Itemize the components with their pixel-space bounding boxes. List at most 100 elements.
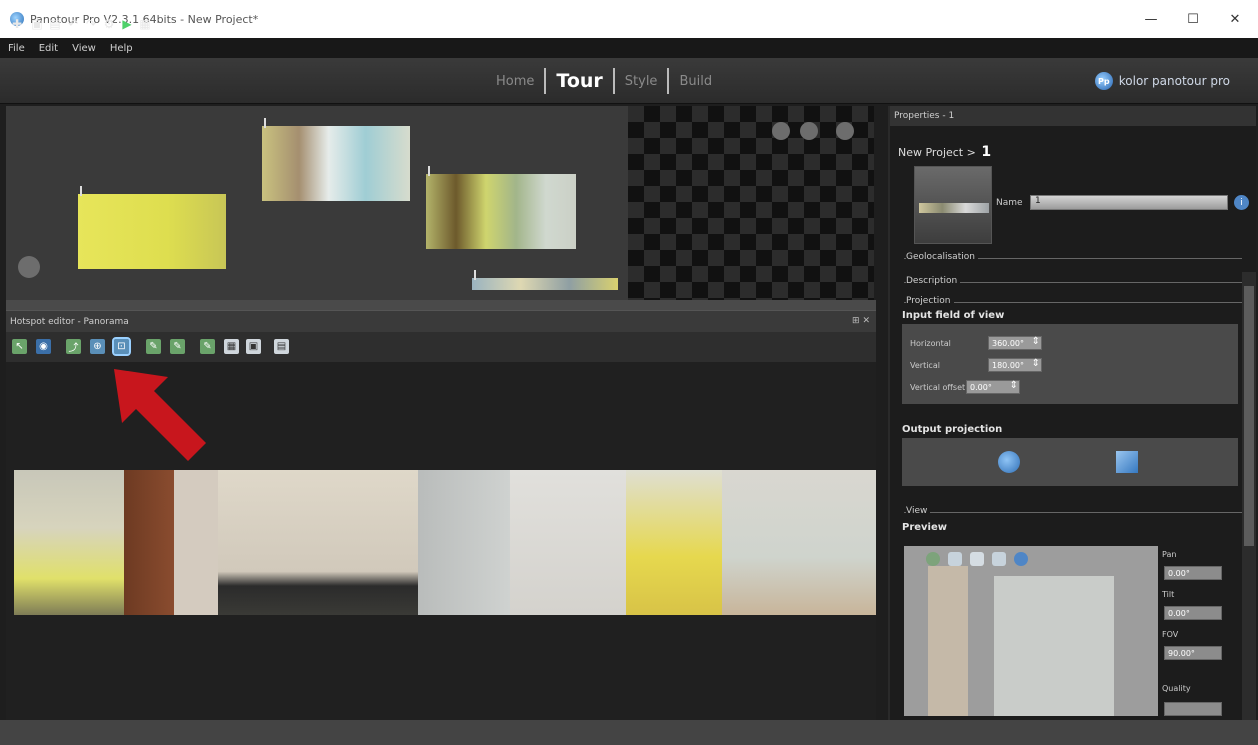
preview-frame (928, 566, 968, 716)
vertical-offset-spinbox[interactable]: 0.00° (966, 380, 1020, 394)
section-geolocalisation[interactable]: Geolocalisation (904, 252, 1242, 262)
view-preview[interactable] (904, 546, 1158, 716)
properties-header: Properties - 1 (890, 106, 1256, 126)
select-tool-icon[interactable]: ↖ (12, 339, 27, 354)
panorama-thumbnail[interactable] (262, 118, 410, 201)
close-button[interactable]: ✕ (1212, 0, 1258, 38)
grid-toggle-icon[interactable]: ▦ (224, 339, 239, 354)
vertical-spinbox[interactable]: 180.00° (988, 358, 1042, 372)
undo-icon[interactable]: ↶ (66, 17, 80, 31)
horizontal-spinbox[interactable]: 360.00° (988, 336, 1042, 350)
preview-title: Preview (902, 522, 948, 533)
panel-dock-icon[interactable]: ⊞ ✕ (852, 316, 870, 326)
tilt-spinbox[interactable]: 0.00° (1164, 606, 1222, 620)
breadcrumb-panorama-index: 1 (981, 144, 992, 160)
section-projection[interactable]: Projection (904, 296, 1242, 306)
pano-segment (14, 470, 124, 615)
properties-scrollbar[interactable] (1242, 272, 1256, 720)
menu-help[interactable]: Help (110, 43, 133, 54)
save-icon[interactable]: ▣ (30, 17, 44, 31)
play-preview-icon[interactable]: ▶ (120, 17, 134, 31)
properties-panel: Properties - 1 New Project > 1 Name 1 i … (888, 106, 1256, 720)
vertical-label: Vertical (910, 360, 940, 370)
preview-door (994, 576, 1114, 716)
name-label: Name (996, 198, 1023, 208)
tour-canvas[interactable] (6, 106, 628, 300)
breadcrumb-project[interactable]: New Project > (898, 146, 976, 159)
spherical-projection-icon[interactable] (998, 451, 1020, 473)
figure-icon[interactable] (992, 552, 1006, 566)
panorama-thumbnail[interactable] (472, 270, 618, 290)
zoom-fit-button[interactable] (18, 256, 40, 278)
panorama-image[interactable] (14, 470, 876, 615)
window-titlebar: Panotour Pro V2.3.1 64bits - New Project… (0, 0, 1258, 38)
menu-edit[interactable]: Edit (39, 43, 58, 54)
brand-logo: Pp kolor panotour pro (1094, 58, 1230, 104)
pano-segment (722, 470, 876, 615)
redo-icon[interactable]: ↷ (84, 17, 98, 31)
figure-icon[interactable] (948, 552, 962, 566)
tab-tour[interactable]: Tour (546, 70, 612, 92)
section-label: Description (906, 276, 961, 286)
checker-preview (628, 106, 874, 300)
fov-label: FOV (1162, 630, 1179, 639)
add-panorama-icon[interactable]: ✚ (10, 17, 24, 31)
tab-home[interactable]: Home (486, 74, 544, 89)
panorama-thumbnail[interactable] (426, 166, 576, 249)
settings-gear-icon[interactable]: ⚙ (102, 17, 116, 31)
image-view-icon[interactable]: ▣ (246, 339, 261, 354)
section-label: View (906, 506, 931, 516)
zoom-fit-icon[interactable]: ⊡ (112, 337, 131, 356)
section-label: Geolocalisation (906, 252, 978, 262)
link-hotspot-icon[interactable]: ⤴ (66, 339, 81, 354)
name-field[interactable]: 1 (1030, 195, 1228, 210)
target-icon[interactable] (926, 552, 940, 566)
view-control-button[interactable] (836, 122, 854, 140)
fov-spinbox[interactable]: 90.00° (1164, 646, 1222, 660)
pano-segment (174, 470, 218, 615)
view-control-button[interactable] (800, 122, 818, 140)
thumbnail-pin (428, 166, 430, 176)
vertical-offset-row: Vertical offset 0.00° (910, 380, 1020, 394)
section-description[interactable]: Description (904, 276, 1242, 286)
menu-file[interactable]: File (8, 43, 25, 54)
hotspot-editor-header: Hotspot editor - Panorama ⊞ ✕ (6, 310, 876, 332)
polygon-hotspot-icon[interactable]: ✎ (146, 339, 161, 354)
build-icon[interactable]: ▦ (138, 17, 152, 31)
minimize-button[interactable]: — (1128, 0, 1174, 38)
properties-title: Properties - 1 (894, 111, 955, 121)
save-as-icon[interactable]: ▤ (48, 17, 62, 31)
menu-view[interactable]: View (72, 43, 96, 54)
help-icon[interactable] (1014, 552, 1028, 566)
panorama-thumbnail[interactable] (78, 186, 226, 269)
tab-style[interactable]: Style (615, 74, 668, 89)
panel-splitter[interactable] (6, 300, 876, 310)
maximize-button[interactable]: ☐ (1170, 0, 1216, 38)
pano-segment (510, 470, 626, 615)
view-control-button[interactable] (772, 122, 790, 140)
pan-spinbox[interactable]: 0.00° (1164, 566, 1222, 580)
point-hotspot-icon[interactable]: ◉ (36, 339, 51, 354)
input-fov-group: Horizontal 360.00° Vertical 180.00° Vert… (902, 324, 1238, 404)
quality-select[interactable] (1164, 702, 1222, 716)
horizontal-row: Horizontal 360.00° (910, 336, 1042, 350)
workflow-tabs: Home Tour Style Build (486, 58, 722, 104)
pan-label: Pan (1162, 550, 1177, 559)
cubic-projection-icon[interactable] (1116, 451, 1138, 473)
project-breadcrumb: New Project > 1 (898, 144, 991, 160)
info-icon[interactable]: i (1234, 195, 1249, 210)
pano-door (418, 470, 510, 615)
tab-build[interactable]: Build (669, 74, 722, 89)
video-hotspot-icon[interactable]: ✎ (200, 339, 215, 354)
scrollbar-thumb[interactable] (1244, 286, 1254, 546)
image-icon[interactable] (970, 552, 984, 566)
horizontal-label: Horizontal (910, 338, 951, 348)
red-arrow-annotation (114, 369, 206, 461)
thumbnail-pin (474, 270, 476, 280)
thumbnail-pin (80, 186, 82, 196)
pano-segment (626, 470, 722, 615)
panorama-view-icon[interactable]: ▤ (274, 339, 289, 354)
zoom-in-icon[interactable]: ⊕ (90, 339, 105, 354)
image-hotspot-icon[interactable]: ✎ (170, 339, 185, 354)
section-view[interactable]: View (904, 506, 1242, 516)
